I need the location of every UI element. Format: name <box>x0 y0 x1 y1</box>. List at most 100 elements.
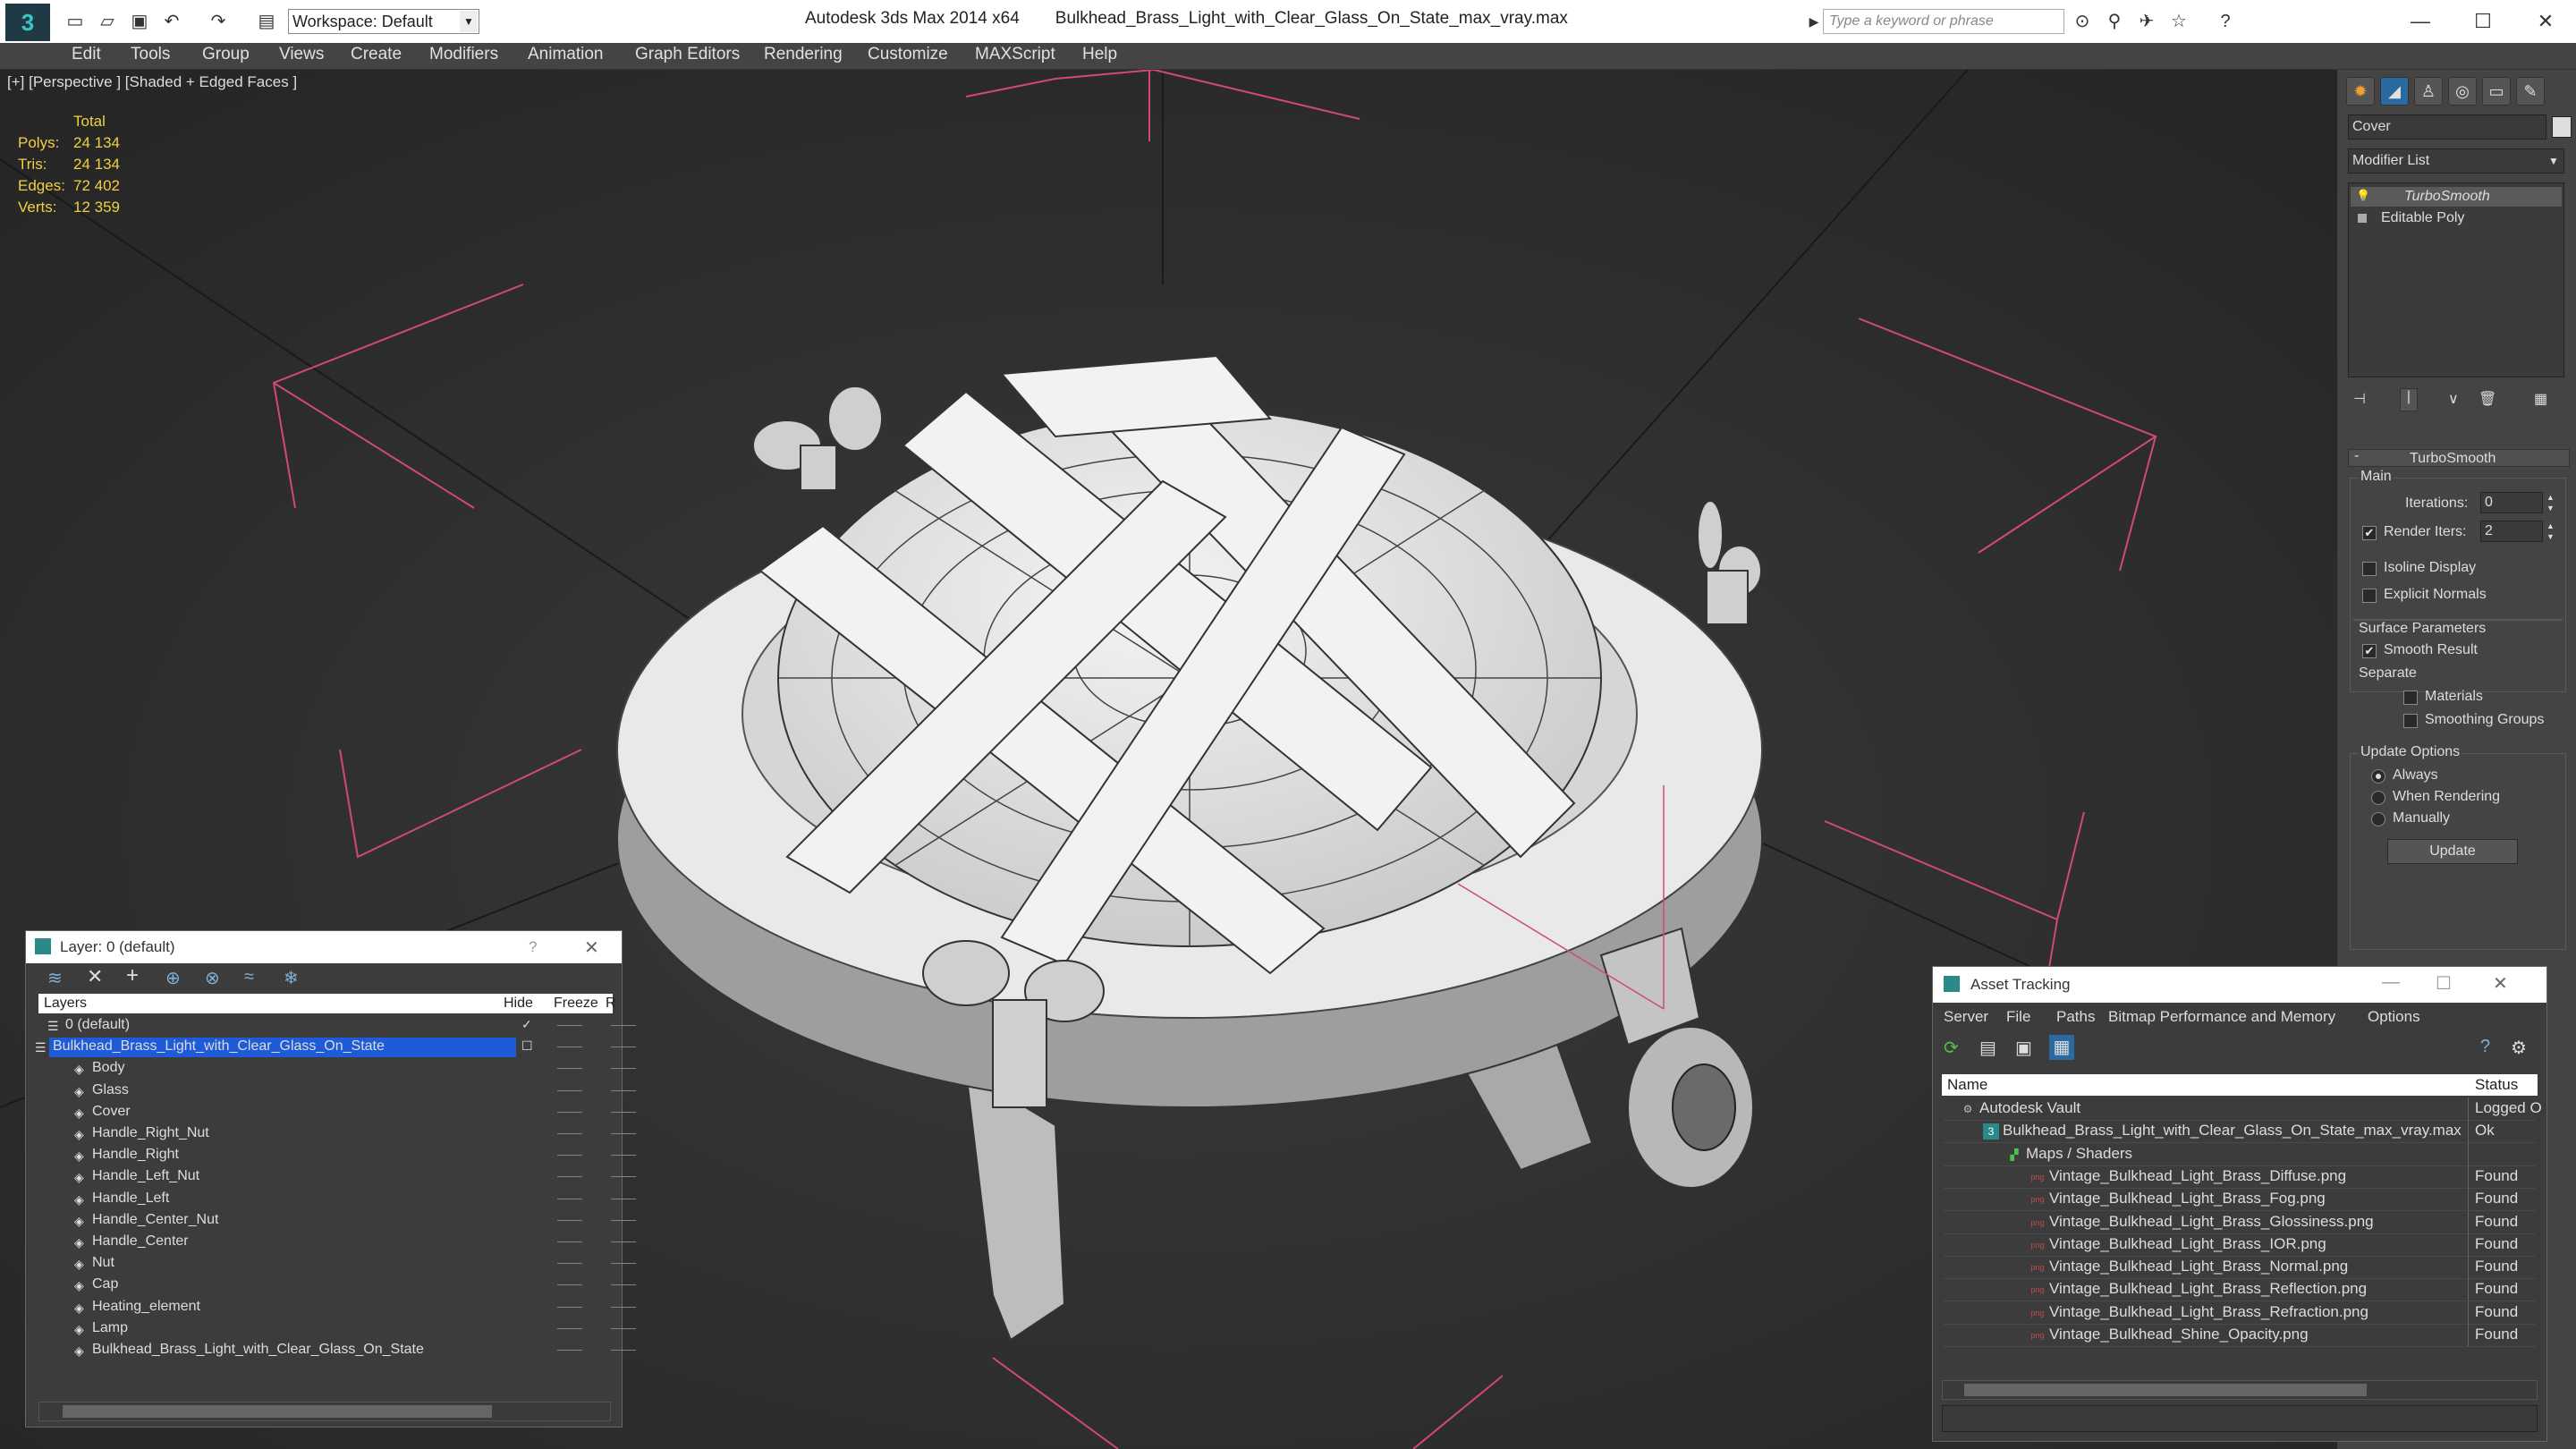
object-row[interactable]: ◈ Handle_Left —— —— <box>38 1189 636 1210</box>
menu-server[interactable]: Server <box>1944 1008 1988 1026</box>
minimize-button[interactable]: — <box>2394 4 2447 39</box>
freeze-toggle[interactable]: —— <box>611 1017 636 1031</box>
freeze-toggle[interactable]: —— <box>611 1060 636 1074</box>
hide-toggle[interactable]: —— <box>557 1060 582 1074</box>
hide-toggle[interactable]: —— <box>557 1082 582 1097</box>
asset-path-field[interactable] <box>1942 1405 2538 1432</box>
object-row[interactable]: ◈ Handle_Center —— —— <box>38 1232 636 1253</box>
lightbulb-icon[interactable]: 💡 <box>2356 189 2370 203</box>
grid-view-icon[interactable]: ▦ <box>2049 1035 2074 1060</box>
object-row[interactable]: ◈ Handle_Right_Nut —— —— <box>38 1123 636 1145</box>
asset-row[interactable]: png Vintage_Bulkhead_Light_Brass_Fog.png F… <box>1944 1188 2536 1212</box>
pin-stack-icon[interactable]: ⊣ <box>2353 390 2366 408</box>
layer-window-titlebar[interactable]: Layer: 0 (default) ? ✕ <box>26 931 622 963</box>
menu-create[interactable]: Create <box>351 45 402 64</box>
plus-box-icon[interactable] <box>2358 214 2367 223</box>
when-rendering-radio[interactable] <box>2371 791 2385 805</box>
asset-row[interactable]: png Vintage_Bulkhead_Light_Brass_Diffuse.… <box>1944 1165 2536 1189</box>
undo-icon[interactable]: ↶ <box>161 11 182 32</box>
display-tab-icon[interactable]: ▭ <box>2482 77 2511 106</box>
hierarchy-tab-icon[interactable]: ♙ <box>2414 77 2443 106</box>
select-objects-icon[interactable]: ⊕ <box>165 967 181 989</box>
asset-row[interactable]: png Vintage_Bulkhead_Shine_Opacity.png Fou… <box>1944 1324 2536 1347</box>
object-color-swatch[interactable] <box>2552 116 2572 138</box>
stack-item-turbosmooth[interactable]: 💡 TurboSmooth <box>2351 187 2562 207</box>
active-layer-check-icon[interactable]: ✓ <box>521 1017 532 1032</box>
create-tab-icon[interactable]: ✹ <box>2346 77 2375 106</box>
asset-row[interactable]: png Vintage_Bulkhead_Light_Brass_Glossine… <box>1944 1210 2536 1234</box>
freeze-toggle[interactable]: —— <box>611 1191 636 1205</box>
viewport-label[interactable]: [+] [Perspective ] [Shaded + Edged Faces… <box>7 73 297 91</box>
status-column-header[interactable]: Status <box>2475 1076 2518 1094</box>
menu-edit[interactable]: Edit <box>72 45 101 64</box>
freeze-toggle[interactable]: —— <box>611 1233 636 1248</box>
modifier-list-dropdown[interactable]: Modifier List <box>2348 148 2564 174</box>
search-input[interactable]: Type a keyword or phrase <box>1823 9 2064 34</box>
hide-all-icon[interactable]: ≈ <box>244 967 254 987</box>
freeze-column-header[interactable]: Freeze <box>554 996 598 1012</box>
hide-toggle[interactable]: —— <box>557 1233 582 1248</box>
menu-modifiers[interactable]: Modifiers <box>429 45 498 64</box>
close-icon[interactable]: ✕ <box>584 936 599 959</box>
scroll-thumb[interactable] <box>1964 1384 2367 1396</box>
maximize-button[interactable]: ☐ <box>2456 4 2510 39</box>
table-view-icon[interactable]: ▣ <box>2015 1037 2032 1059</box>
motion-tab-icon[interactable]: ◎ <box>2448 77 2477 106</box>
add-to-layer-icon[interactable]: + <box>126 963 139 988</box>
update-button[interactable]: Update <box>2387 839 2518 864</box>
menu-tools[interactable]: Tools <box>131 45 170 64</box>
freeze-toggle[interactable]: —— <box>611 1125 636 1140</box>
hide-toggle[interactable]: —— <box>557 1342 582 1356</box>
hide-toggle[interactable]: —— <box>557 1299 582 1313</box>
chevron-down-icon[interactable]: ▼ <box>2545 150 2563 172</box>
menu-help[interactable]: Help <box>1082 45 1117 64</box>
always-radio[interactable] <box>2371 769 2385 784</box>
freeze-toggle[interactable]: —— <box>611 1147 636 1161</box>
binoculars-icon[interactable]: ⊙ <box>2072 11 2093 32</box>
object-row[interactable]: ◈ Bulkhead_Brass_Light_with_Clear_Glass_O… <box>38 1340 636 1361</box>
close-button[interactable]: ✕ <box>2519 4 2572 39</box>
help-icon[interactable]: ? <box>529 938 537 956</box>
spinner-arrows-icon[interactable]: ▲ ▼ <box>2546 521 2555 542</box>
hide-toggle[interactable]: —— <box>557 1125 582 1140</box>
chevron-down-icon[interactable]: ▼ <box>460 11 478 32</box>
materials-checkbox[interactable] <box>2403 691 2418 705</box>
help-icon[interactable]: ? <box>2480 1037 2490 1057</box>
minimize-icon[interactable]: — <box>2382 972 2400 993</box>
hide-toggle[interactable]: —— <box>557 1017 582 1031</box>
asset-row[interactable]: png Vintage_Bulkhead_Light_Brass_Reflecti… <box>1944 1278 2536 1302</box>
freeze-toggle[interactable]: —— <box>611 1082 636 1097</box>
freeze-toggle[interactable]: —— <box>611 1104 636 1118</box>
manually-radio[interactable] <box>2371 812 2385 826</box>
object-row[interactable]: ◈ Handle_Right —— —— <box>38 1145 636 1166</box>
freeze-toggle[interactable]: —— <box>611 1320 636 1335</box>
layers-column-header[interactable]: Layers <box>44 996 87 1012</box>
help-icon[interactable]: ? <box>2215 11 2236 32</box>
menu-rendering[interactable]: Rendering <box>764 45 843 64</box>
refresh-icon[interactable]: ⟳ <box>1944 1037 1959 1059</box>
turbosmooth-rollout-header[interactable]: - TurboSmooth <box>2348 448 2570 467</box>
new-file-icon[interactable]: ▭ <box>64 11 86 32</box>
object-row[interactable]: ◈ Glass —— —— <box>38 1080 636 1102</box>
menu-views[interactable]: Views <box>279 45 324 64</box>
current-layer-box-icon[interactable]: ☐ <box>521 1038 533 1054</box>
modify-tab-icon[interactable]: ◢ <box>2380 77 2409 106</box>
menu-options[interactable]: Options <box>2368 1008 2420 1026</box>
freeze-toggle[interactable]: —— <box>611 1038 636 1053</box>
layer-horizontal-scrollbar[interactable] <box>38 1402 611 1421</box>
object-row[interactable]: ◈ Nut —— —— <box>38 1253 636 1275</box>
subscription-icon[interactable]: ⚲ <box>2104 11 2125 32</box>
favorites-star-icon[interactable]: ☆ <box>2168 11 2190 32</box>
configure-sets-icon[interactable]: ▦ <box>2534 390 2547 408</box>
menu-maxscript[interactable]: MAXScript <box>975 45 1055 64</box>
freeze-toggle[interactable]: —— <box>611 1299 636 1313</box>
remove-modifier-icon[interactable]: 🗑 <box>2479 390 2496 408</box>
asset-row[interactable]: ⚙ Autodesk Vault Logged O <box>1944 1097 2542 1121</box>
iterations-spinner[interactable]: 0 <box>2480 492 2543 513</box>
asset-horizontal-scrollbar[interactable] <box>1942 1380 2538 1400</box>
delete-layer-icon[interactable]: ✕ <box>87 965 103 988</box>
isoline-display-checkbox[interactable] <box>2362 562 2377 576</box>
hide-toggle[interactable]: —— <box>557 1191 582 1205</box>
object-row[interactable]: ◈ Heating_element —— —— <box>38 1297 636 1318</box>
layer-row[interactable]: ☰ 0 (default) ✓ —— —— <box>38 1015 636 1037</box>
